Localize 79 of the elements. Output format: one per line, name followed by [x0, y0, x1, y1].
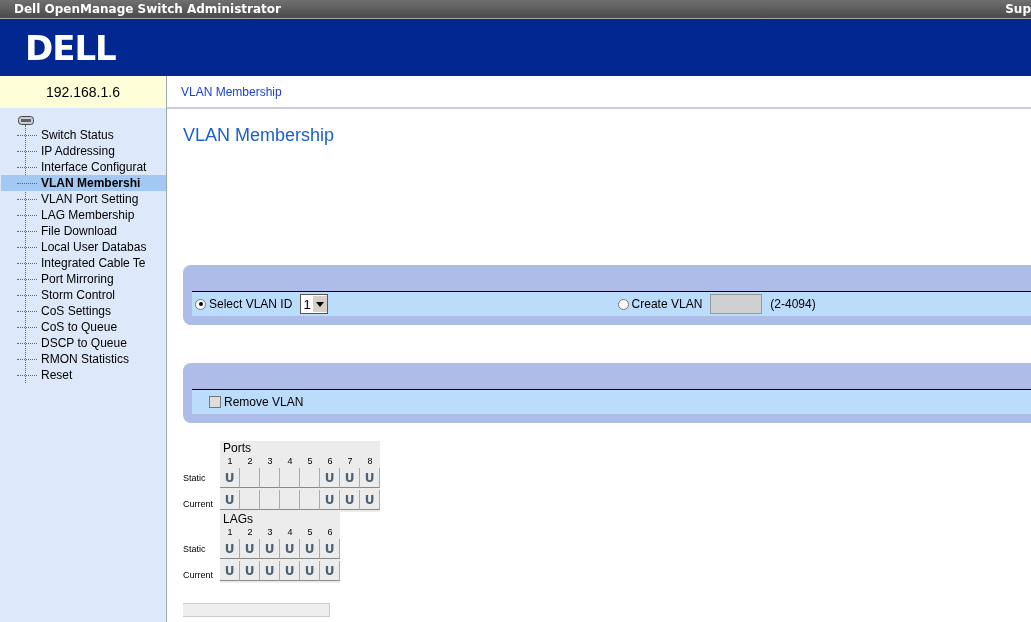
sidebar-item[interactable]: Local User Databas [17, 239, 166, 255]
sidebar-item[interactable]: DSCP to Queue [17, 335, 166, 351]
column-number: 2 [247, 526, 253, 539]
sidebar-item[interactable]: VLAN Port Setting [17, 191, 166, 207]
membership-cell[interactable]: U [220, 539, 240, 559]
sidebar-item[interactable]: LAG Membership [17, 207, 166, 223]
column-number: 5 [307, 455, 313, 468]
sidebar-item[interactable]: IP Addressing [17, 143, 166, 159]
membership-cell[interactable]: U [280, 539, 300, 559]
membership-cell[interactable] [280, 468, 300, 488]
membership-cell[interactable] [300, 490, 320, 510]
grid-title: LAGs [222, 512, 254, 526]
membership-cell[interactable]: U [320, 490, 340, 510]
column-number: 3 [267, 526, 273, 539]
membership-cell[interactable]: U [240, 539, 260, 559]
page-title: VLAN Membership [183, 125, 336, 147]
remove-vlan-checkbox[interactable]: Remove VLAN [195, 395, 304, 409]
membership-cell[interactable]: U [300, 561, 320, 581]
membership-cell[interactable]: U [360, 468, 380, 488]
sidebar-item[interactable]: Switch Status [17, 127, 166, 143]
sidebar-item[interactable]: Reset [17, 367, 166, 383]
membership-cell[interactable]: U [300, 539, 320, 559]
column-number: 8 [367, 455, 373, 468]
sidebar-item[interactable]: Integrated Cable Te [17, 255, 166, 271]
membership-cell[interactable]: U [260, 539, 280, 559]
sidebar-item[interactable]: CoS Settings [17, 303, 166, 319]
column-number: 1 [227, 526, 233, 539]
logo: DELL [25, 27, 116, 68]
membership-cell[interactable] [300, 468, 320, 488]
membership-cell[interactable]: U [360, 490, 380, 510]
select-vlan-radio[interactable]: Select VLAN ID [195, 297, 293, 311]
sidebar-item[interactable]: Port Mirroring [17, 271, 166, 287]
membership-cell[interactable]: U [320, 468, 340, 488]
range-hint: (2-4094) [770, 297, 816, 311]
column-number: 2 [247, 455, 253, 468]
row-label: Static [183, 472, 207, 483]
membership-cell[interactable] [260, 468, 280, 488]
membership-cell[interactable] [280, 490, 300, 510]
column-number: 5 [307, 526, 313, 539]
membership-cell[interactable]: U [240, 561, 260, 581]
membership-cell[interactable]: U [220, 561, 240, 581]
checkbox[interactable] [209, 396, 221, 408]
sidebar-item[interactable]: VLAN Membershi [1, 175, 166, 191]
column-number: 4 [287, 455, 293, 468]
breadcrumb-link[interactable]: VLAN Membership [167, 76, 1031, 109]
row-label: Current [183, 498, 214, 509]
row-label: Current [183, 569, 214, 580]
membership-cell[interactable]: U [280, 561, 300, 581]
create-vlan-radio[interactable]: Create VLAN [617, 297, 703, 311]
window-title: Dell OpenManage Switch Administrator [14, 2, 281, 16]
membership-cell[interactable] [240, 468, 260, 488]
sidebar-item[interactable]: Storm Control [17, 287, 166, 303]
window-title-right: Sup [1005, 2, 1031, 16]
membership-cell[interactable]: U [340, 468, 360, 488]
column-number: 4 [287, 526, 293, 539]
sidebar-item[interactable]: File Download [17, 223, 166, 239]
column-number: 3 [267, 455, 273, 468]
membership-cell[interactable]: U [260, 561, 280, 581]
membership-cell[interactable] [240, 490, 260, 510]
membership-cell[interactable]: U [220, 468, 240, 488]
column-number: 7 [347, 455, 353, 468]
caret-icon [312, 296, 327, 312]
sidebar-item[interactable]: Interface Configurat [17, 159, 166, 175]
membership-cell[interactable] [260, 490, 280, 510]
vlan-id-dropdown[interactable]: 1 [300, 294, 328, 314]
sidebar-item[interactable]: RMON Statistics [17, 351, 166, 367]
column-number: 6 [327, 455, 333, 468]
column-number: 6 [327, 526, 333, 539]
membership-cell[interactable]: U [220, 490, 240, 510]
radio-button[interactable] [195, 298, 206, 310]
membership-cell[interactable]: U [320, 539, 340, 559]
column-number: 1 [227, 455, 233, 468]
radio-button[interactable] [617, 298, 629, 310]
membership-cell[interactable]: U [340, 490, 360, 510]
row-label: Static [183, 543, 207, 554]
grid-title: Ports [222, 441, 252, 455]
sidebar-item[interactable]: CoS to Queue [17, 319, 166, 335]
membership-cell[interactable]: U [320, 561, 340, 581]
device-address: 192.168.1.6 [0, 76, 166, 108]
